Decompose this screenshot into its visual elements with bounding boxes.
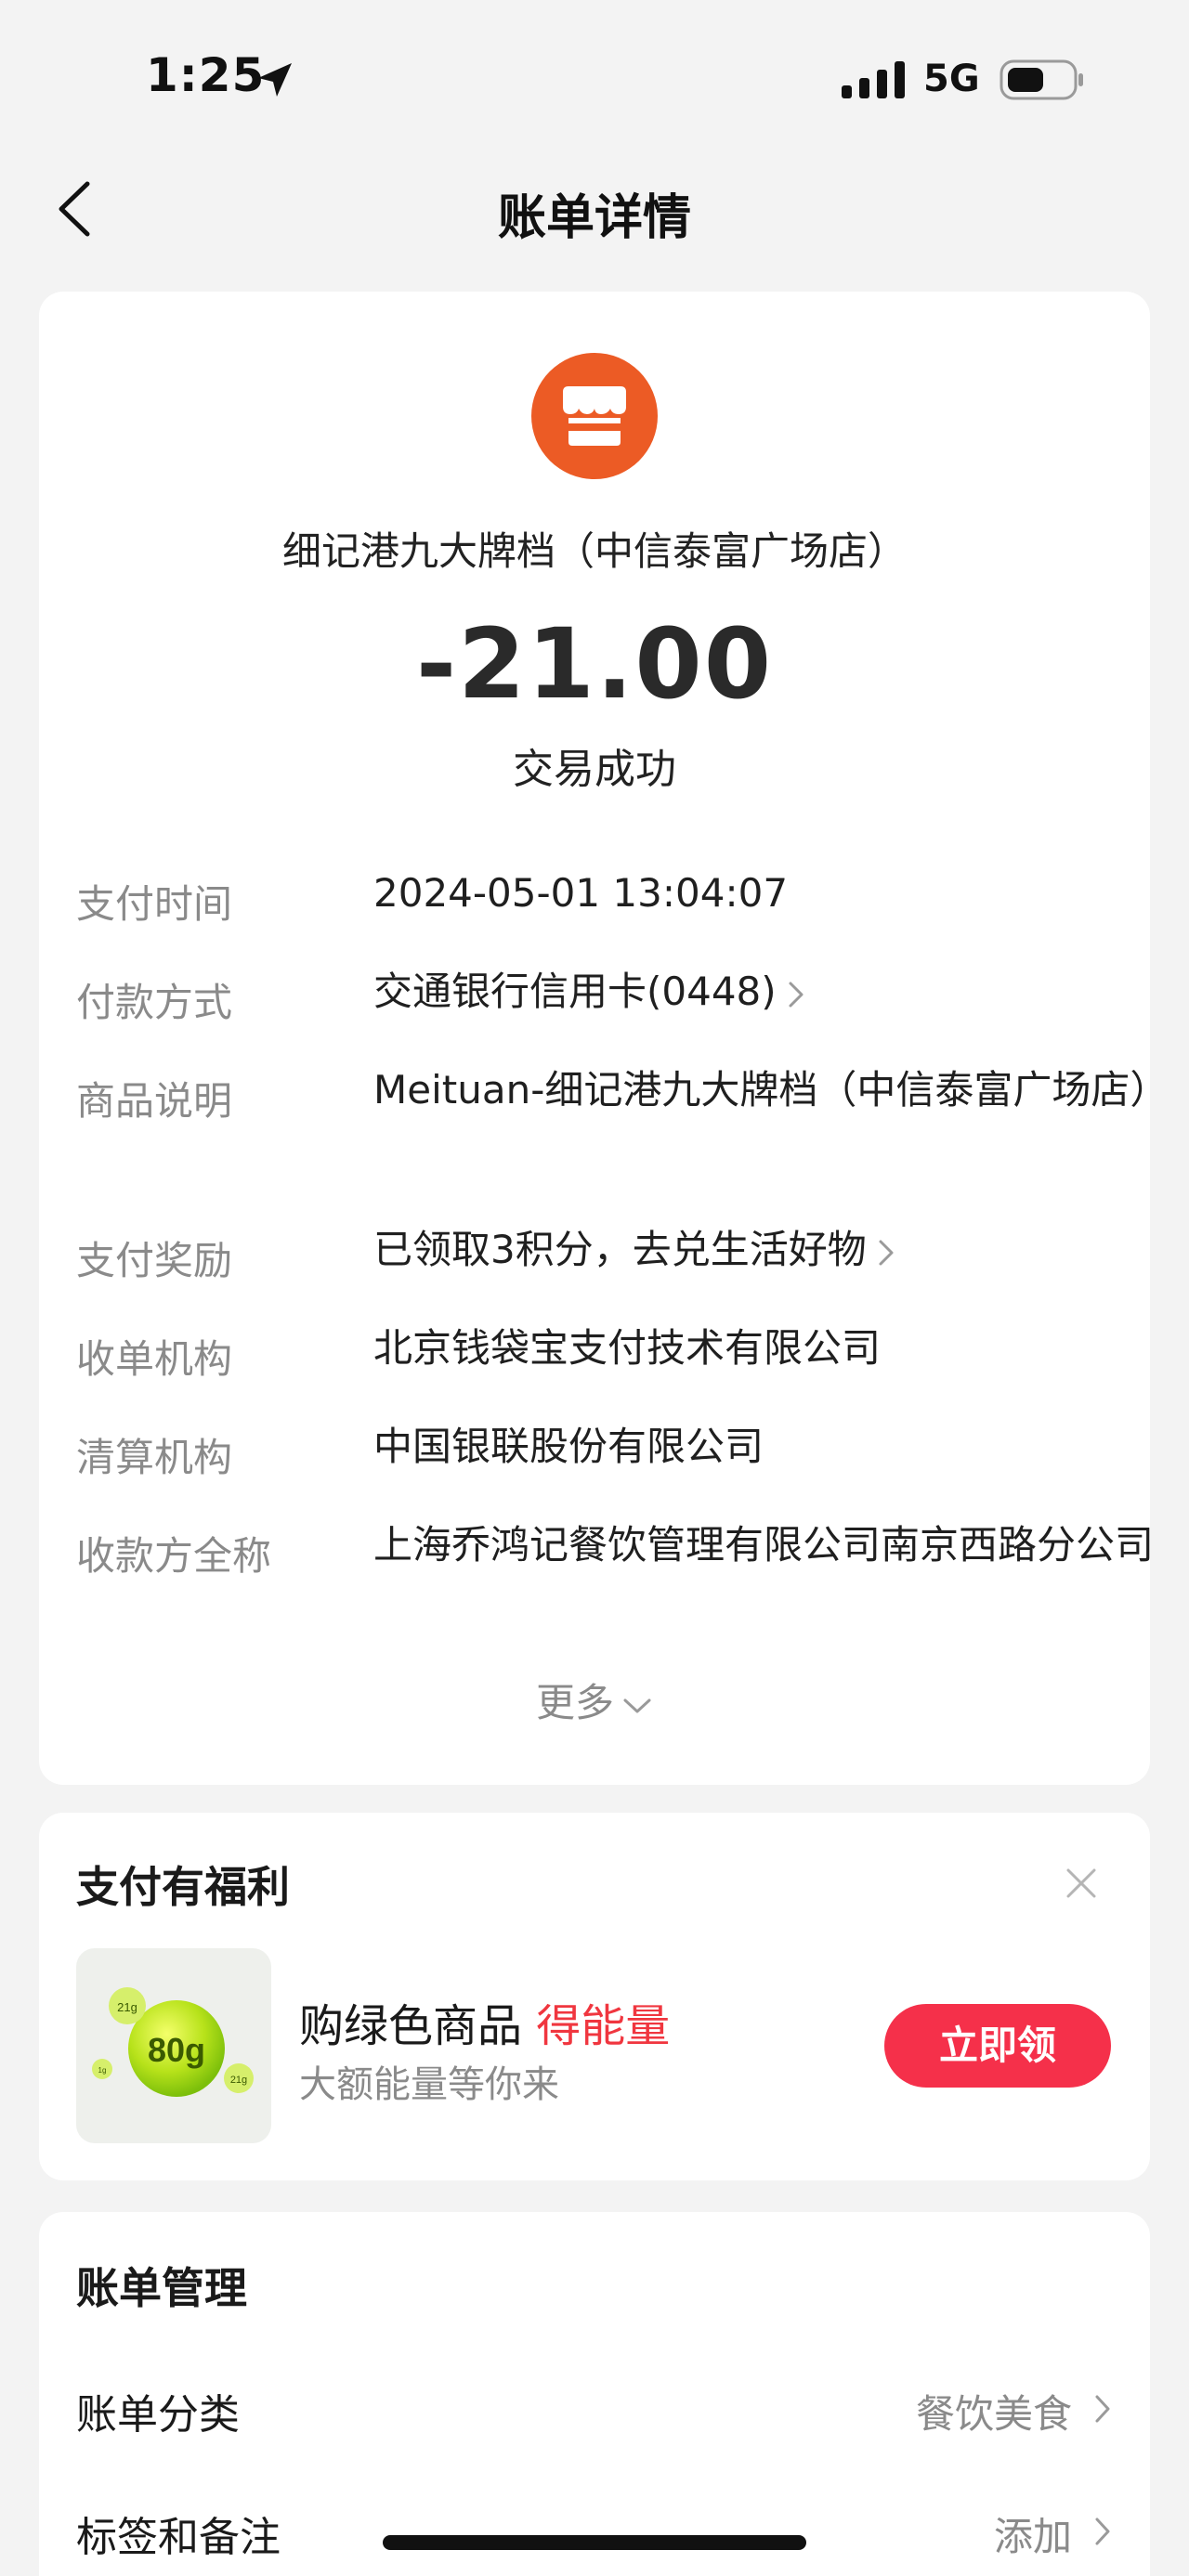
bill-management-title: 账单管理 [76, 2263, 247, 2313]
detail-value: 北京钱袋宝支付技术有限公司 [373, 1325, 882, 1371]
merchant-avatar [531, 353, 658, 479]
promo-title: 购绿色商品 得能量 [299, 1989, 670, 2054]
transaction-status: 交易成功 [513, 746, 676, 793]
energy-bubble-value: 21g [117, 2000, 137, 2014]
detail-value: 已领取3积分，去兑生活好物 [373, 1227, 867, 1272]
chevron-right-icon [879, 1240, 894, 1265]
chevron-right-icon [1095, 2395, 1110, 2423]
energy-bubble-value: 1g [98, 2066, 107, 2075]
manage-row-value: 添加 [993, 2514, 1072, 2559]
bill-detail-page: 1:25 5G 账单详情 细记港九大牌档（中信泰富广场店） -21.00 交易成… [0, 0, 1189, 2576]
detail-value: 交通银行信用卡(0448) [373, 969, 777, 1014]
status-bar: 1:25 5G [0, 0, 1189, 139]
bill-category-row[interactable]: 账单分类 餐饮美食 [76, 2364, 1113, 2448]
detail-value-wrap: 交通银行信用卡(0448) [373, 962, 1189, 1021]
claim-now-button[interactable]: 立即领 [884, 2004, 1111, 2088]
chevron-down-icon [623, 1698, 651, 1712]
bill-summary-card: 细记港九大牌档（中信泰富广场店） -21.00 交易成功 支付时间 2024-0… [39, 292, 1169, 1785]
detail-label: 支付奖励 [76, 1238, 233, 1283]
detail-label: 商品说明 [76, 1078, 233, 1124]
benefit-title: 支付有福利 [76, 1862, 290, 1912]
navigation-bar: 账单详情 [0, 139, 1189, 279]
more-label: 更多 [535, 1680, 614, 1725]
promo-title-highlight: 得能量 [536, 2000, 671, 2052]
bill-management-card: 账单管理 账单分类 餐饮美食 标签和备注 添加 [39, 2212, 1150, 2576]
detail-label: 支付时间 [76, 881, 233, 927]
promo-title-prefix: 购绿色商品 [299, 2000, 537, 2052]
close-icon[interactable] [1063, 1865, 1100, 1902]
detail-value: Meituan-细记港九大牌档（中信泰富广场店） [373, 1067, 1169, 1112]
detail-value: 中国银联股份有限公司 [373, 1424, 764, 1469]
network-type: 5G [923, 58, 980, 100]
energy-main-value: 80g [148, 2031, 205, 2069]
detail-label: 收款方全称 [76, 1533, 272, 1579]
cellular-signal-icon [842, 61, 905, 98]
manage-row-label: 标签和备注 [76, 2514, 281, 2561]
shop-icon [563, 386, 626, 446]
promo-subtitle: 大额能量等你来 [299, 2063, 559, 2106]
detail-label: 收单机构 [76, 1336, 233, 1382]
merchant-name: 细记港九大牌档（中信泰富广场店） [281, 528, 907, 574]
chevron-right-icon [1095, 2517, 1110, 2545]
benefit-card: 支付有福利 80g 21g 21g 1g 购绿色商品 得能量 大额能量等你来 立… [39, 1813, 1150, 2180]
green-energy-thumbnail[interactable]: 80g 21g 21g 1g [76, 1948, 271, 2143]
battery-icon [1000, 59, 1083, 100]
detail-value: 上海乔鸿记餐饮管理有限公司南京西路分公司 [373, 1522, 1155, 1568]
manage-row-value: 餐饮美食 [915, 2391, 1072, 2437]
page-title: 账单详情 [497, 190, 691, 246]
tags-and-notes-row[interactable]: 标签和备注 添加 [76, 2487, 1113, 2570]
detail-label: 付款方式 [76, 980, 233, 1025]
detail-value-wrap: 已领取3积分，去兑生活好物 [373, 1220, 1189, 1280]
more-button[interactable]: 更多 [39, 1672, 1150, 1728]
energy-bubble-value: 21g [230, 2075, 247, 2086]
detail-label: 清算机构 [76, 1435, 233, 1480]
transaction-amount: -21.00 [415, 607, 774, 721]
detail-value: 2024-05-01 13:04:07 [373, 870, 789, 916]
location-arrow-icon [258, 63, 292, 97]
energy-ball-icon: 80g 21g 21g 1g [92, 1987, 254, 2097]
home-indicator[interactable] [383, 2535, 806, 2550]
chevron-right-icon [789, 982, 804, 1007]
manage-row-label: 账单分类 [76, 2391, 240, 2439]
status-time: 1:25 [146, 48, 266, 102]
